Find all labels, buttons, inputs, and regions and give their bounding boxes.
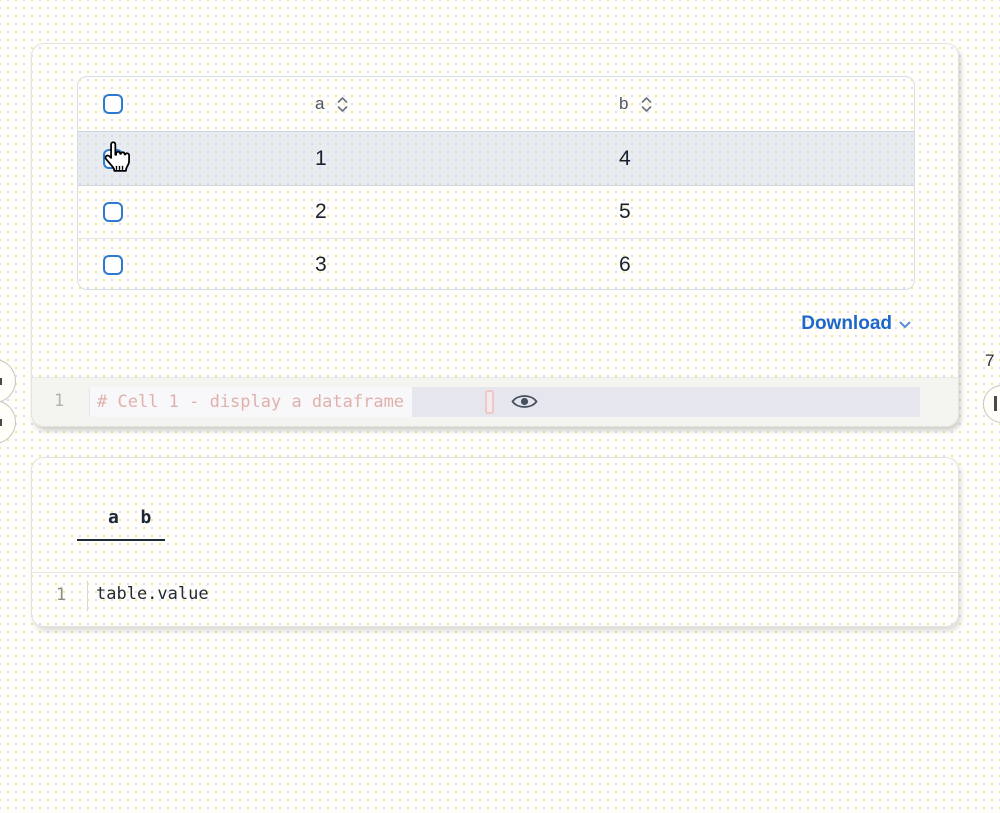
dataframe-table: a b (77, 76, 915, 290)
button-glyph-fragment (994, 396, 997, 411)
row-checkbox-cell (78, 202, 315, 222)
download-button[interactable]: Download (801, 313, 911, 335)
line-number: 1 (54, 391, 64, 411)
cell-action-button-fragment[interactable] (0, 359, 16, 403)
button-glyph-fragment (0, 378, 2, 385)
line-number: 1 (56, 585, 66, 605)
cell1-code-editor[interactable]: 1 # Cell 1 - display a dataframe (32, 377, 958, 426)
table-row[interactable]: 3 6 (78, 238, 914, 290)
output-code-divider (32, 572, 958, 573)
row-checkbox[interactable] (103, 149, 123, 169)
column-b-label: b (619, 94, 628, 114)
row-checkbox[interactable] (103, 255, 123, 275)
cell-action-button-fragment[interactable] (983, 385, 1000, 423)
dataframe-repr-rule (77, 539, 165, 541)
gutter-divider (87, 581, 88, 611)
download-label: Download (801, 313, 892, 335)
dataframe-repr-header: a b (108, 507, 151, 528)
select-all-checkbox[interactable] (103, 94, 123, 114)
row-checkbox-cell (78, 255, 315, 275)
notebook-cell-2: a b 1 table.value (31, 457, 959, 627)
chevron-down-icon (899, 313, 911, 335)
notebook-cell-1: a b (31, 43, 959, 427)
cell-a: 2 (315, 200, 619, 224)
cell-action-button-fragment[interactable] (0, 400, 16, 444)
hidden-code-comment: # Cell 1 - display a dataframe (90, 387, 412, 417)
table-row[interactable]: 1 4 (78, 131, 914, 186)
button-glyph-fragment (0, 419, 2, 426)
cell-b: 5 (619, 200, 914, 224)
column-header-a[interactable]: a (315, 94, 619, 114)
table-row[interactable]: 2 5 (78, 186, 914, 238)
sort-icon[interactable] (641, 97, 652, 112)
row-checkbox[interactable] (103, 202, 123, 222)
cell-a: 3 (315, 253, 619, 277)
table-header-row: a b (78, 77, 914, 131)
cell-b: 4 (619, 147, 914, 171)
header-checkbox-cell (78, 94, 315, 114)
column-a-label: a (315, 94, 324, 114)
text-cursor (485, 390, 494, 414)
row-checkbox-cell (78, 149, 315, 169)
runtime-indicator-fragment: 7 (985, 351, 994, 371)
sort-icon[interactable] (337, 97, 348, 112)
cell-b: 6 (619, 253, 914, 277)
column-header-b[interactable]: b (619, 94, 914, 114)
eye-icon[interactable] (510, 390, 538, 413)
cell-a: 1 (315, 147, 619, 171)
code-text[interactable]: table.value (96, 584, 209, 604)
